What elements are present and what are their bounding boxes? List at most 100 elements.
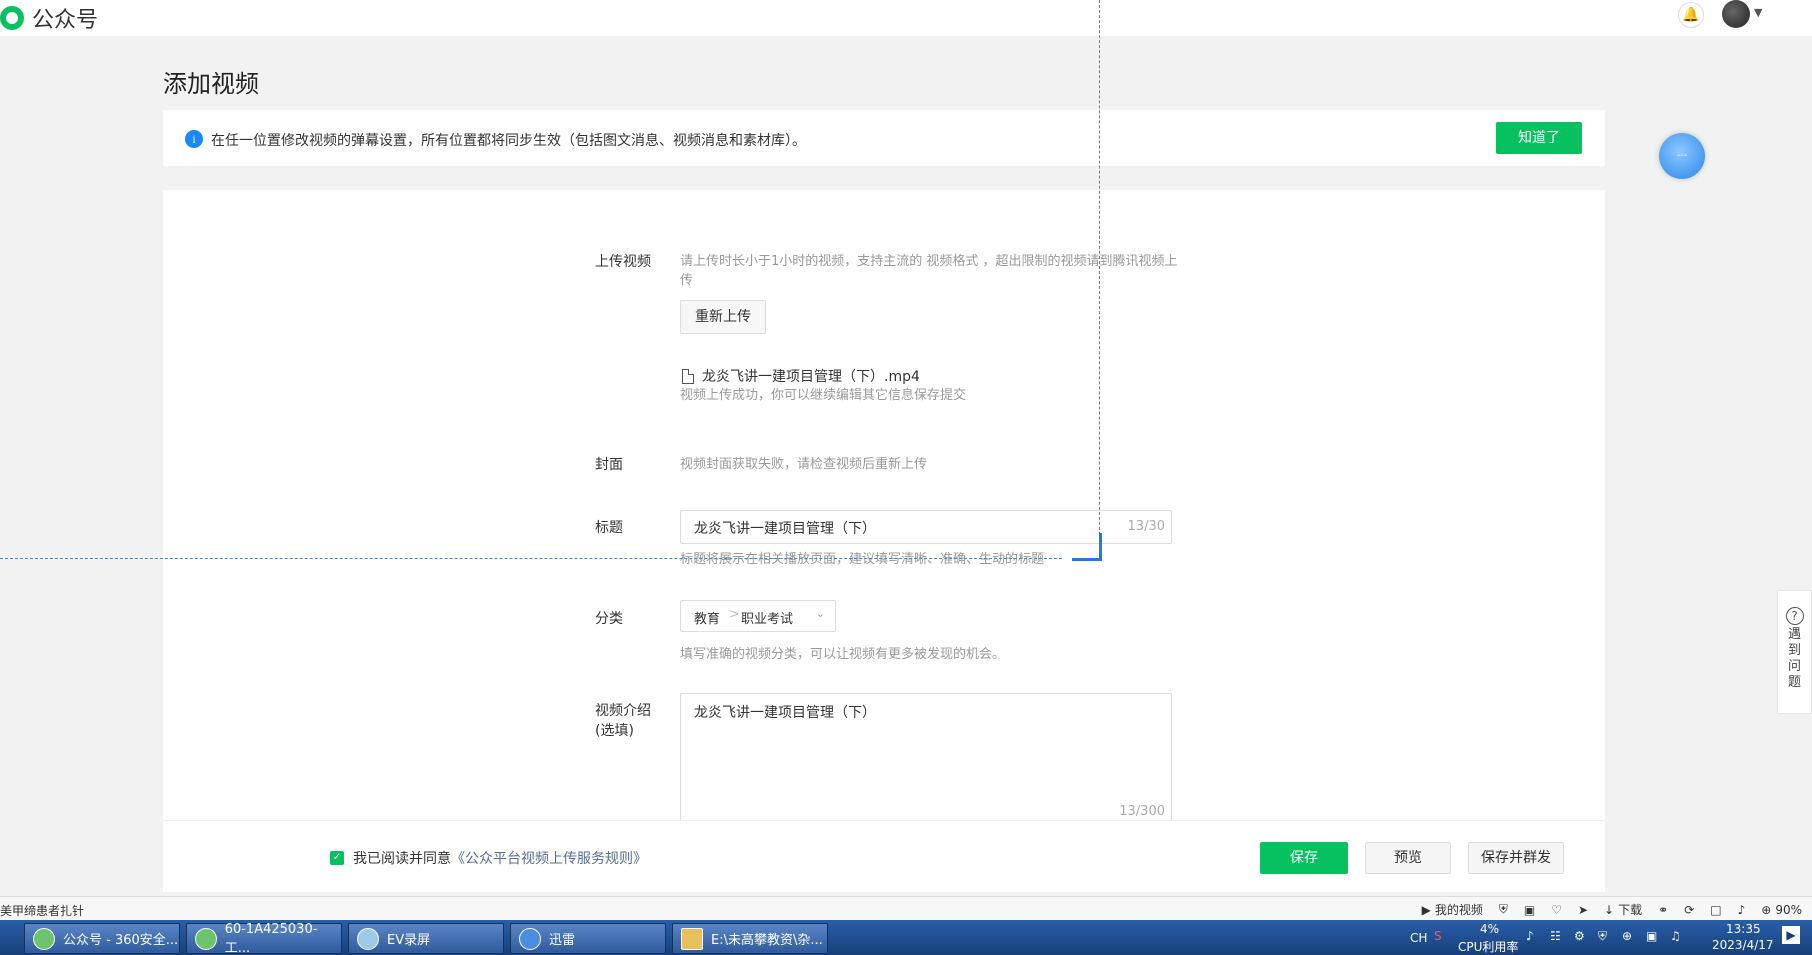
zoom-icon: ⊕ bbox=[1761, 902, 1772, 917]
avatar[interactable] bbox=[1722, 0, 1750, 28]
upload-label: 上传视频 bbox=[595, 254, 651, 270]
shield-icon[interactable]: ⛨ bbox=[1499, 902, 1508, 917]
windows-taskbar: 公众号 - 360安全... 60-1A425030-工... EV录屏 迅雷 … bbox=[0, 920, 1812, 955]
task-label: 迅雷 bbox=[549, 933, 576, 948]
system-tray: CH S 4% CPU利用率 ♪ ☷ ⚙ ⛨ ⊕ ▣ ♫ 13:35 2023/… bbox=[1406, 920, 1812, 955]
cover-hint: 视频封面获取失败，请检查视频后重新上传 bbox=[680, 457, 928, 472]
download-label: 下载 bbox=[1618, 903, 1643, 917]
wechat-mp-logo-icon bbox=[0, 6, 24, 30]
speaker-muted-icon[interactable]: ♪ bbox=[1526, 929, 1534, 943]
info-icon: i bbox=[185, 130, 203, 148]
plus-icon[interactable]: ⊕ bbox=[1622, 929, 1632, 943]
speaker-icon[interactable]: ♪ bbox=[1738, 903, 1746, 917]
app-logo[interactable]: 公众号 bbox=[0, 2, 98, 34]
monitor-icon[interactable]: ▣ bbox=[1646, 929, 1657, 943]
title-char-count: 13/30 bbox=[1127, 519, 1165, 534]
clock-date[interactable]: 2023/4/17 bbox=[1712, 938, 1774, 952]
task-thunder[interactable]: 迅雷 bbox=[510, 923, 666, 954]
save-button[interactable]: 保存 bbox=[1260, 842, 1348, 874]
got-it-button[interactable]: 知道了 bbox=[1496, 122, 1582, 154]
task-label: EV录屏 bbox=[387, 933, 431, 948]
uploaded-file: 龙炎飞讲一建项目管理（下）.mp4 bbox=[682, 366, 920, 386]
clock-time[interactable]: 13:35 bbox=[1726, 922, 1761, 936]
intro-textarea-value: 龙炎飞讲一建项目管理（下） bbox=[694, 705, 876, 721]
task-label: E:\未高攀教资\杂... bbox=[711, 933, 823, 948]
security-icon[interactable]: ⛨ bbox=[1598, 929, 1607, 944]
category-separator: > bbox=[729, 607, 740, 622]
intro-optional-label: (选填) bbox=[595, 723, 634, 739]
task-ev-recorder[interactable]: EV录屏 bbox=[348, 923, 504, 954]
window-icon[interactable]: □ bbox=[1710, 903, 1721, 917]
status-left-text[interactable]: 美甲缔患者扎针 bbox=[0, 902, 84, 919]
capture-corner-handle[interactable] bbox=[1072, 533, 1102, 561]
rocket-icon[interactable]: ➤ bbox=[1578, 903, 1588, 917]
bell-icon[interactable]: 🔔 bbox=[1678, 2, 1704, 28]
capture-guide-horizontal bbox=[0, 558, 1062, 559]
thunder-icon bbox=[519, 927, 541, 950]
task-explorer[interactable]: E:\未高攀教资\杂... bbox=[672, 923, 828, 954]
download-item[interactable]: ↓ 下载 bbox=[1604, 901, 1642, 918]
language-indicator[interactable]: CH bbox=[1410, 931, 1427, 945]
cpu-percent: 4% bbox=[1480, 922, 1500, 936]
question-icon: ? bbox=[1785, 607, 1804, 625]
my-video-label: 我的视频 bbox=[1434, 903, 1483, 917]
agree-checkbox[interactable]: ✓ bbox=[330, 851, 344, 865]
category-select[interactable]: 教育 > 职业考试 ⌄ bbox=[680, 600, 836, 632]
notice-text: 在任一位置修改视频的弹幕设置，所有位置都将同步生效（包括图文消息、视频消息和素材… bbox=[211, 133, 806, 149]
upload-hint-line1: 请上传时长小于1小时的视频，支持主流的 视频格式 ，超出限制的视频请到腾讯视频上 bbox=[680, 254, 1178, 269]
ev-recorder-icon bbox=[357, 927, 379, 950]
file-name: 龙炎飞讲一建项目管理（下）.mp4 bbox=[702, 369, 920, 385]
zoom-control[interactable]: ⊕ 90% bbox=[1761, 903, 1802, 917]
notice-bar: i 在任一位置修改视频的弹幕设置，所有位置都将同步生效（包括图文消息、视频消息和… bbox=[163, 110, 1605, 166]
agree-text: 我已阅读并同意《公众平台视频上传服务规则》 bbox=[353, 848, 647, 868]
upload-hint-line2: 传 bbox=[680, 273, 694, 288]
my-video-item[interactable]: ▶ 我的视频 bbox=[1422, 901, 1483, 918]
logo-text: 公众号 bbox=[32, 8, 99, 33]
settings-gear-icon[interactable]: ⚙ bbox=[1574, 929, 1585, 943]
category-hint: 填写准确的视频分类，可以让视频有更多被发现的机会。 bbox=[680, 647, 1006, 662]
refresh-icon[interactable]: ⟳ bbox=[1684, 903, 1694, 917]
download-icon: ↓ bbox=[1604, 902, 1615, 917]
file-icon bbox=[682, 368, 694, 384]
play-icon: ▶ bbox=[1421, 902, 1431, 917]
task-label: 60-1A425030-工... bbox=[224, 921, 318, 955]
chevron-down-icon[interactable]: ▼ bbox=[1754, 6, 1762, 19]
help-panel[interactable]: ? 遇到问题 bbox=[1777, 590, 1812, 714]
agree-prefix: 我已阅读并同意 bbox=[353, 851, 451, 867]
top-header: 公众号 🔔 ▼ bbox=[0, 0, 1812, 36]
status-right-tools: ▶ 我的视频 ⛨ ▣ ♡ ➤ ↓ 下载 ⚭ ⟳ □ ♪ ⊕ 90% bbox=[1422, 901, 1802, 918]
floating-assistant-icon[interactable]: --- bbox=[1659, 133, 1705, 179]
task-360-browser[interactable]: 公众号 - 360安全... bbox=[24, 923, 180, 954]
action-bar: ✓ 我已阅读并同意《公众平台视频上传服务规则》 保存 预览 保存并群发 bbox=[163, 820, 1605, 892]
glasses-icon[interactable]: ⚭ bbox=[1658, 903, 1668, 917]
capture-guide-vertical bbox=[1099, 0, 1100, 555]
task-video-file[interactable]: 60-1A425030-工... bbox=[186, 921, 342, 955]
cover-label: 封面 bbox=[595, 457, 623, 473]
page-title: 添加视频 bbox=[163, 70, 259, 98]
volume-icon[interactable]: ♫ bbox=[1670, 929, 1681, 943]
upload-success-text: 视频上传成功，你可以继续编辑其它信息保存提交 bbox=[680, 388, 967, 403]
help-text: 遇到问题 bbox=[1787, 627, 1801, 690]
heart-icon[interactable]: ♡ bbox=[1551, 903, 1562, 917]
browser-icon bbox=[33, 927, 55, 950]
folder-icon bbox=[681, 927, 703, 950]
input-method-icon[interactable]: S bbox=[1434, 929, 1442, 943]
category-label: 分类 bbox=[595, 611, 623, 627]
title-input-value: 龙炎飞讲一建项目管理（下） bbox=[694, 521, 876, 537]
title-label: 标题 bbox=[595, 520, 623, 536]
task-label: 公众号 - 360安全... bbox=[63, 933, 179, 948]
cpu-label: CPU利用率 bbox=[1458, 940, 1519, 954]
preview-button[interactable]: 预览 bbox=[1365, 842, 1451, 874]
reupload-button[interactable]: 重新上传 bbox=[680, 300, 766, 334]
image-icon[interactable]: ▣ bbox=[1524, 903, 1535, 917]
intro-char-count: 13/300 bbox=[1119, 804, 1165, 819]
network-icon[interactable]: ☷ bbox=[1550, 929, 1561, 943]
title-hint: 标题将展示在相关播放页面，建议填写清晰、准确、生动的标题 bbox=[680, 552, 1045, 567]
show-desktop-icon[interactable]: ▶ bbox=[1782, 926, 1800, 944]
rules-link[interactable]: 《公众平台视频上传服务规则》 bbox=[451, 851, 647, 867]
browser-icon bbox=[195, 927, 217, 950]
category-level1: 教育 bbox=[694, 612, 721, 627]
save-and-send-button[interactable]: 保存并群发 bbox=[1468, 842, 1564, 874]
intro-textarea[interactable]: 龙炎飞讲一建项目管理（下） 13/300 bbox=[680, 693, 1172, 823]
browser-status-bar: 美甲缔患者扎针 ▶ 我的视频 ⛨ ▣ ♡ ➤ ↓ 下载 ⚭ ⟳ □ ♪ ⊕ 90% bbox=[0, 896, 1812, 920]
